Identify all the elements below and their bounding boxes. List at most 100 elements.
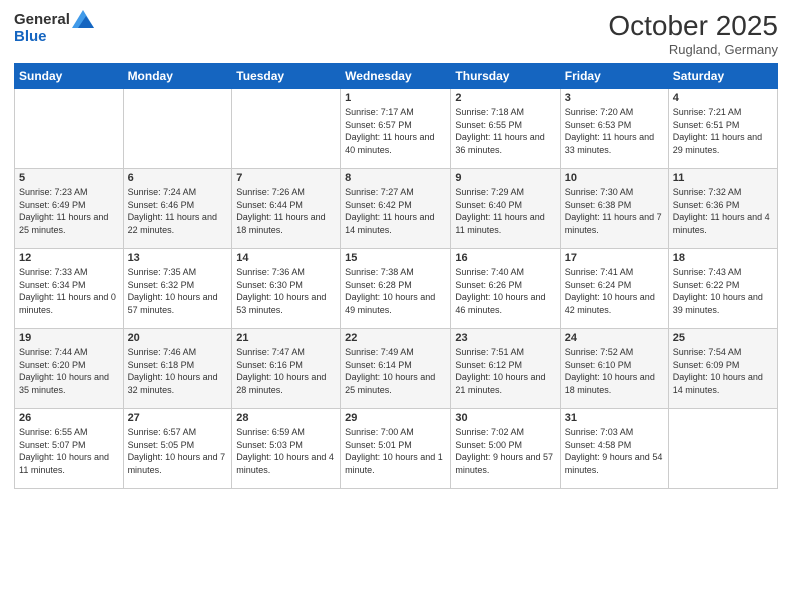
day-cell: 14 Sunrise: 7:36 AMSunset: 6:30 PMDayligh… [232,249,341,329]
weekday-header-tuesday: Tuesday [232,64,341,89]
day-cell: 12 Sunrise: 7:33 AMSunset: 6:34 PMDayligh… [15,249,124,329]
day-info: Sunrise: 7:18 AMSunset: 6:55 PMDaylight:… [455,106,555,156]
day-cell: 1Sunrise: 7:17 AMSunset: 6:57 PMDaylight… [341,89,451,169]
day-cell [232,89,341,169]
day-cell: 18 Sunrise: 7:43 AMSunset: 6:22 PMDayligh… [668,249,777,329]
week-row-5: 26 Sunrise: 6:55 AMSunset: 5:07 PMDayligh… [15,409,778,489]
day-cell: 17 Sunrise: 7:41 AMSunset: 6:24 PMDayligh… [560,249,668,329]
day-info: Sunrise: 7:44 AMSunset: 6:20 PMDaylight:… [19,346,119,396]
day-info: Sunrise: 6:55 AMSunset: 5:07 PMDaylight:… [19,426,119,476]
day-info: Sunrise: 7:27 AMSunset: 6:42 PMDaylight:… [345,186,446,236]
day-number: 3 [565,92,664,104]
day-info: Sunrise: 7:20 AMSunset: 6:53 PMDaylight:… [565,106,664,156]
day-number: 4 [673,92,773,104]
day-number: 13 [128,252,228,264]
day-info: Sunrise: 7:33 AMSunset: 6:34 PMDaylight:… [19,266,119,316]
day-cell: 21Sunrise: 7:47 AMSunset: 6:16 PMDayligh… [232,329,341,409]
day-number: 21 [236,332,336,344]
day-number: 11 [673,172,773,184]
day-number: 20 [128,332,228,344]
weekday-header-thursday: Thursday [451,64,560,89]
day-number: 29 [345,412,446,424]
day-cell [15,89,124,169]
day-cell: 28Sunrise: 6:59 AMSunset: 5:03 PMDayligh… [232,409,341,489]
weekday-header-friday: Friday [560,64,668,89]
day-info: Sunrise: 7:54 AMSunset: 6:09 PMDaylight:… [673,346,773,396]
week-row-2: 5 Sunrise: 7:23 AMSunset: 6:49 PMDaylight… [15,169,778,249]
day-info: Sunrise: 7:46 AMSunset: 6:18 PMDaylight:… [128,346,228,396]
day-info: Sunrise: 7:36 AMSunset: 6:30 PMDaylight:… [236,266,336,316]
day-info: Sunrise: 7:03 AMSunset: 4:58 PMDaylight:… [565,426,664,476]
day-info: Sunrise: 7:21 AMSunset: 6:51 PMDaylight:… [673,106,773,156]
day-cell: 3 Sunrise: 7:20 AMSunset: 6:53 PMDaylight… [560,89,668,169]
day-cell: 23Sunrise: 7:51 AMSunset: 6:12 PMDayligh… [451,329,560,409]
day-info: Sunrise: 7:43 AMSunset: 6:22 PMDaylight:… [673,266,773,316]
day-cell: 24Sunrise: 7:52 AMSunset: 6:10 PMDayligh… [560,329,668,409]
day-cell: 26 Sunrise: 6:55 AMSunset: 5:07 PMDayligh… [15,409,124,489]
day-cell: 13 Sunrise: 7:35 AMSunset: 6:32 PMDayligh… [123,249,232,329]
day-number: 23 [455,332,555,344]
week-row-4: 19 Sunrise: 7:44 AMSunset: 6:20 PMDayligh… [15,329,778,409]
day-number: 14 [236,252,336,264]
day-info: Sunrise: 7:24 AMSunset: 6:46 PMDaylight:… [128,186,228,236]
day-info: Sunrise: 7:32 AMSunset: 6:36 PMDaylight:… [673,186,773,236]
day-number: 25 [673,332,773,344]
day-number: 8 [345,172,446,184]
day-info: Sunrise: 7:38 AMSunset: 6:28 PMDaylight:… [345,266,446,316]
day-cell: 19 Sunrise: 7:44 AMSunset: 6:20 PMDayligh… [15,329,124,409]
day-number: 31 [565,412,664,424]
day-number: 2 [455,92,555,104]
day-number: 28 [236,412,336,424]
weekday-header-row: SundayMondayTuesdayWednesdayThursdayFrid… [15,64,778,89]
day-cell: 11 Sunrise: 7:32 AMSunset: 6:36 PMDayligh… [668,169,777,249]
location: Rugland, Germany [608,42,778,57]
day-cell: 6Sunrise: 7:24 AMSunset: 6:46 PMDaylight… [123,169,232,249]
day-number: 5 [19,172,119,184]
day-cell: 5 Sunrise: 7:23 AMSunset: 6:49 PMDaylight… [15,169,124,249]
weekday-header-saturday: Saturday [668,64,777,89]
day-info: Sunrise: 7:23 AMSunset: 6:49 PMDaylight:… [19,186,119,236]
day-cell [123,89,232,169]
day-info: Sunrise: 7:41 AMSunset: 6:24 PMDaylight:… [565,266,664,316]
day-number: 24 [565,332,664,344]
logo-icon [72,10,94,28]
month-title: October 2025 [608,10,778,42]
logo-blue-text: Blue [14,28,94,45]
logo-general-text: General [14,11,70,28]
day-number: 18 [673,252,773,264]
day-cell: 4 Sunrise: 7:21 AMSunset: 6:51 PMDaylight… [668,89,777,169]
day-number: 9 [455,172,555,184]
day-cell [668,409,777,489]
calendar-page: General Blue October 2025 Rugland, Germa… [0,0,792,612]
day-number: 17 [565,252,664,264]
day-info: Sunrise: 7:00 AMSunset: 5:01 PMDaylight:… [345,426,446,476]
day-info: Sunrise: 7:29 AMSunset: 6:40 PMDaylight:… [455,186,555,236]
day-number: 16 [455,252,555,264]
day-info: Sunrise: 7:35 AMSunset: 6:32 PMDaylight:… [128,266,228,316]
day-number: 10 [565,172,664,184]
day-info: Sunrise: 7:30 AMSunset: 6:38 PMDaylight:… [565,186,664,236]
day-info: Sunrise: 7:02 AMSunset: 5:00 PMDaylight:… [455,426,555,476]
day-cell: 22Sunrise: 7:49 AMSunset: 6:14 PMDayligh… [341,329,451,409]
week-row-1: 1Sunrise: 7:17 AMSunset: 6:57 PMDaylight… [15,89,778,169]
day-number: 15 [345,252,446,264]
day-info: Sunrise: 6:57 AMSunset: 5:05 PMDaylight:… [128,426,228,476]
day-number: 19 [19,332,119,344]
day-cell: 31 Sunrise: 7:03 AMSunset: 4:58 PMDayligh… [560,409,668,489]
day-cell: 15 Sunrise: 7:38 AMSunset: 6:28 PMDayligh… [341,249,451,329]
day-info: Sunrise: 7:17 AMSunset: 6:57 PMDaylight:… [345,106,446,156]
day-info: Sunrise: 7:40 AMSunset: 6:26 PMDaylight:… [455,266,555,316]
day-info: Sunrise: 7:26 AMSunset: 6:44 PMDaylight:… [236,186,336,236]
day-info: Sunrise: 7:49 AMSunset: 6:14 PMDaylight:… [345,346,446,396]
title-block: October 2025 Rugland, Germany [608,10,778,57]
day-number: 27 [128,412,228,424]
day-number: 12 [19,252,119,264]
day-cell: 10 Sunrise: 7:30 AMSunset: 6:38 PMDayligh… [560,169,668,249]
day-number: 7 [236,172,336,184]
day-cell: 7 Sunrise: 7:26 AMSunset: 6:44 PMDaylight… [232,169,341,249]
header: General Blue October 2025 Rugland, Germa… [14,10,778,57]
day-cell: 25 Sunrise: 7:54 AMSunset: 6:09 PMDayligh… [668,329,777,409]
logo: General Blue [14,10,94,45]
day-number: 26 [19,412,119,424]
day-cell: 8 Sunrise: 7:27 AMSunset: 6:42 PMDaylight… [341,169,451,249]
